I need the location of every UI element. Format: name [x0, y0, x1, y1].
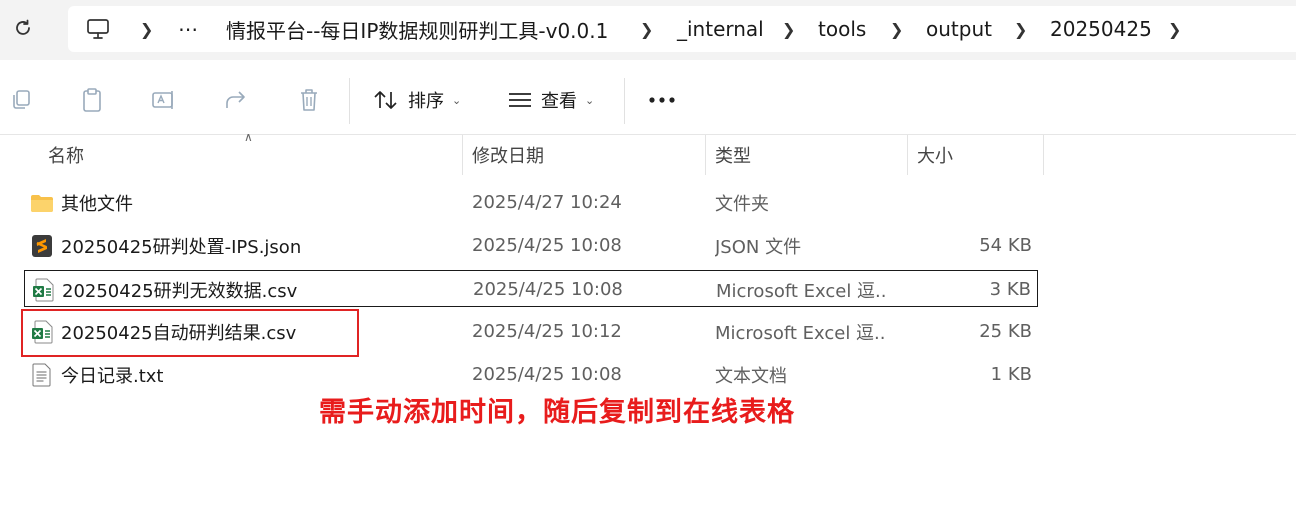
share-icon [226, 91, 245, 108]
file-date: 2025/4/25 10:08 [472, 364, 622, 385]
sort-label: 排序 [408, 91, 444, 112]
delete-button[interactable] [295, 86, 323, 114]
column-divider[interactable] [907, 135, 908, 175]
this-pc-button[interactable] [86, 6, 110, 52]
file-size: 1 KB [990, 364, 1032, 385]
delete-icon [301, 89, 317, 111]
file-date: 2025/4/25 10:08 [473, 279, 623, 300]
column-divider[interactable] [462, 135, 463, 175]
sublime-file-icon [30, 227, 54, 264]
excel-file-icon [31, 271, 55, 308]
file-type: Microsoft Excel 逗... [716, 280, 886, 302]
file-name: 20250425研判处置-IPS.json [61, 236, 302, 258]
chevron-right-icon[interactable]: ❯ [140, 6, 153, 52]
more-options-button[interactable] [648, 86, 676, 114]
annotation-text: 需手动添加时间，随后复制到在线表格 [319, 397, 795, 428]
file-type: JSON 文件 [715, 236, 802, 258]
paste-button[interactable] [78, 86, 106, 114]
chevron-right-icon[interactable]: ❯ [640, 6, 653, 52]
view-label: 查看 [541, 91, 577, 112]
copy-icon [13, 90, 30, 109]
chevron-down-icon: ⌄ [585, 93, 595, 107]
rename-button[interactable] [150, 86, 178, 114]
toolbar-divider [624, 78, 625, 124]
chevron-right-icon[interactable]: ❯ [890, 6, 903, 52]
rename-icon [152, 91, 173, 109]
more-icon [649, 97, 675, 103]
text-file-icon [30, 356, 54, 393]
ellipsis-icon[interactable]: ⋯ [178, 6, 200, 52]
breadcrumb-item-tools[interactable]: tools [818, 6, 866, 52]
view-button[interactable]: 查看 ⌄ [507, 84, 594, 116]
breadcrumb-item-root[interactable]: 情报平台--每日IP数据规则研判工具-v0.0.1 [226, 6, 608, 52]
column-header-size[interactable]: 大小 [917, 135, 953, 175]
column-divider[interactable] [1043, 135, 1044, 175]
refresh-icon [16, 19, 30, 35]
column-divider[interactable] [705, 135, 706, 175]
command-bar: 排序 ⌄ 查看 ⌄ [0, 66, 1296, 135]
toolbar-divider [349, 78, 350, 124]
file-row-json[interactable]: 20250425研判处置-IPS.json 2025/4/25 10:08 JS… [24, 227, 1038, 264]
share-button[interactable] [222, 86, 250, 114]
chevron-right-icon[interactable]: ❯ [782, 6, 795, 52]
file-name: 20250425研判无效数据.csv [62, 280, 298, 302]
address-bar-region: ❯ ⋯ 情报平台--每日IP数据规则研判工具-v0.0.1 ❯ _interna… [0, 0, 1296, 60]
folder-icon [30, 184, 54, 221]
file-size: 25 KB [979, 321, 1032, 342]
chevron-right-icon[interactable]: ❯ [1014, 6, 1027, 52]
sort-button[interactable]: 排序 ⌄ [372, 84, 461, 116]
file-type: 文本文档 [715, 365, 787, 387]
breadcrumb-item-output[interactable]: output [926, 6, 992, 52]
copy-button[interactable] [7, 86, 35, 114]
column-header-type[interactable]: 类型 [715, 135, 751, 175]
breadcrumb-item-internal[interactable]: _internal [677, 6, 764, 52]
refresh-button[interactable] [10, 14, 36, 42]
file-size: 3 KB [989, 279, 1031, 300]
column-header-date[interactable]: 修改日期 [472, 135, 544, 175]
chevron-down-icon: ⌄ [452, 93, 462, 107]
computer-icon [87, 19, 109, 39]
file-type: 文件夹 [715, 193, 769, 215]
file-type: Microsoft Excel 逗... [715, 322, 885, 344]
file-date: 2025/4/27 10:24 [472, 192, 622, 213]
sort-icon [374, 91, 397, 109]
view-icon [509, 93, 531, 107]
file-size: 54 KB [979, 235, 1032, 256]
sort-ascending-icon: ∧ [244, 130, 253, 144]
file-date: 2025/4/25 10:12 [472, 321, 622, 342]
highlight-box [21, 309, 359, 357]
address-box[interactable]: ❯ ⋯ 情报平台--每日IP数据规则研判工具-v0.0.1 ❯ _interna… [68, 6, 1296, 52]
file-name: 今日记录.txt [61, 365, 164, 387]
file-row-folder[interactable]: 其他文件 2025/4/27 10:24 文件夹 [24, 184, 1038, 221]
column-header-name[interactable]: 名称 [48, 135, 84, 175]
file-date: 2025/4/25 10:08 [472, 235, 622, 256]
paste-icon [83, 88, 101, 112]
file-name: 其他文件 [61, 193, 133, 215]
file-row-invalid-csv[interactable]: 20250425研判无效数据.csv 2025/4/25 10:08 Micro… [24, 270, 1038, 307]
chevron-right-icon[interactable]: ❯ [1168, 6, 1181, 52]
file-row-txt[interactable]: 今日记录.txt 2025/4/25 10:08 文本文档 1 KB [24, 356, 1038, 393]
breadcrumb-item-date[interactable]: 20250425 [1050, 6, 1152, 52]
